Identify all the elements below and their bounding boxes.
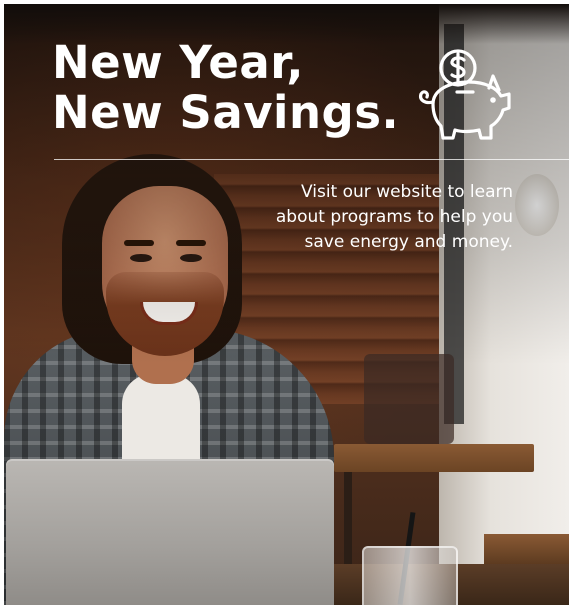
piggy-bank-dollar-icon <box>419 49 511 140</box>
tagline-line-1: Visit our website to learn <box>301 182 513 202</box>
tagline-line-3: save energy and money. <box>304 232 513 252</box>
headline: New Year, New Savings. <box>52 38 399 138</box>
tagline-line-2: about programs to help you <box>275 207 513 227</box>
ad-banner: New Year, New Savings. Visit our website… <box>4 4 569 605</box>
headline-line-1: New Year, <box>52 36 304 89</box>
headline-line-2: New Savings. <box>52 86 400 139</box>
divider-line <box>54 159 569 160</box>
tagline: Visit our website to learn about program… <box>276 180 513 255</box>
